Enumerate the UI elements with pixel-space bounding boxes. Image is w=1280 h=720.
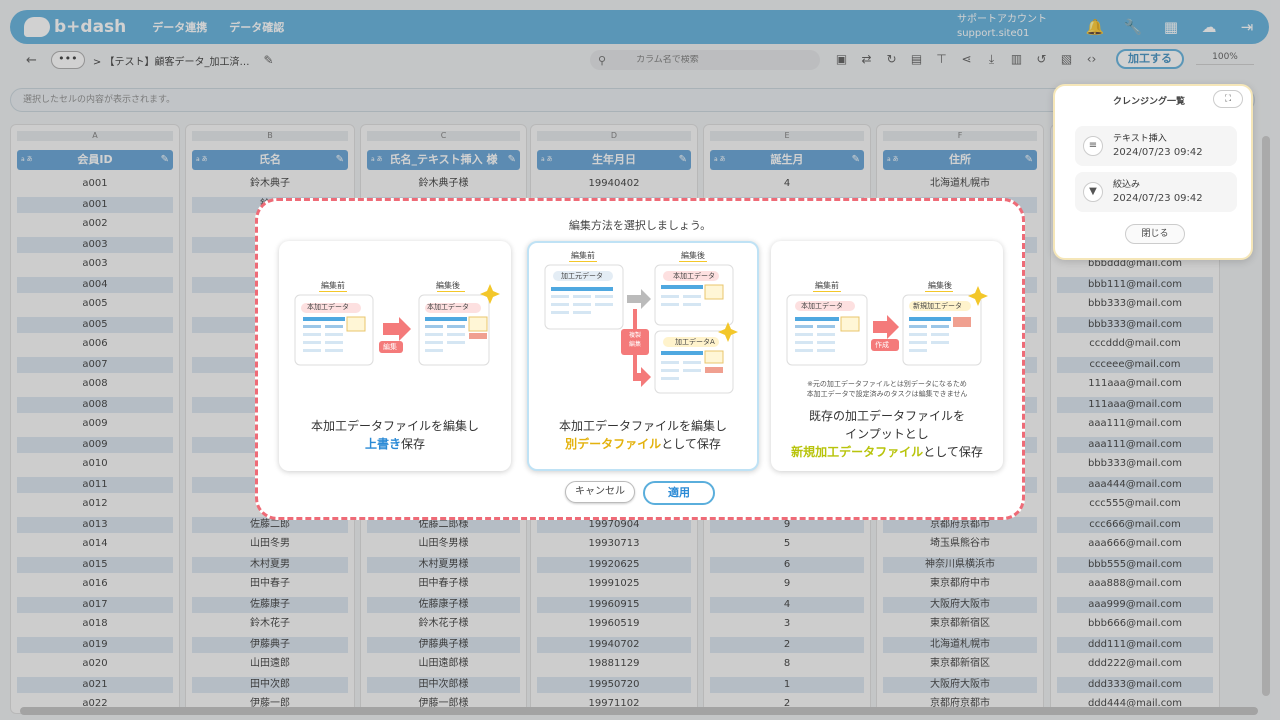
new-file-illustration	[786, 286, 988, 366]
card-tail: 保存	[401, 437, 426, 451]
option-new-file-card[interactable]: 編集前 編集後 本加工データ 新規加工データ 作成 ※元の加工データファイルとは…	[771, 241, 1003, 471]
box-before-label: 本加工データ	[307, 303, 349, 311]
after-label: 編集後	[928, 281, 952, 290]
box-after-label: 新規加工データ	[913, 302, 962, 310]
edit-method-modal: 編集方法を選択しましょう。 編集前 編集後 本加工データ 本加工データ 編集 本…	[255, 198, 1025, 520]
option-overwrite-card[interactable]: 編集前 編集後 本加工データ 本加工データ 編集 本加工データファイルを編集し …	[279, 241, 511, 471]
copy-edit-badge: 複製 編集	[628, 332, 641, 348]
apply-button[interactable]: 適用	[643, 481, 715, 505]
expand-icon[interactable]: ⛶	[1213, 90, 1243, 108]
note-line-1: ※元の加工データファイルとは別データになるため	[807, 380, 967, 388]
box-after-label: 本加工データ	[673, 272, 715, 280]
text-lines-icon: ≡	[1083, 136, 1103, 156]
after-label: 編集後	[681, 251, 705, 260]
overwrite-illustration	[294, 284, 500, 366]
card-note: ※元の加工データファイルとは別データになるため 本加工データで設定済みのタスクは…	[771, 379, 1003, 399]
cleansing-item[interactable]: ▼ 絞込み 2024/07/23 09:42	[1075, 172, 1237, 212]
cleansing-panel-title: クレンジング一覧	[1113, 97, 1186, 107]
card-tail: として保存	[923, 445, 983, 459]
card-highlight: 上書き	[364, 437, 401, 451]
card-tail: として保存	[661, 437, 721, 451]
card-description: 本加工データファイルを編集し	[558, 419, 727, 433]
close-panel-button[interactable]: 閉じる	[1125, 224, 1185, 244]
cleansing-item-name: テキスト挿入	[1113, 134, 1167, 144]
filter-icon: ▼	[1083, 182, 1103, 202]
box-after-label: 本加工データ	[427, 303, 469, 311]
after-label: 編集後	[436, 281, 460, 290]
cleansing-item-date: 2024/07/23 09:42	[1113, 193, 1203, 204]
cleansing-item-date: 2024/07/23 09:42	[1113, 147, 1203, 158]
edit-badge: 編集	[383, 343, 397, 351]
box-before-label: 本加工データ	[801, 302, 843, 310]
before-label: 編集前	[321, 281, 345, 290]
option-save-as-card[interactable]: 編集前 編集後 加工元データ 本加工データ 加工データA 複製 編集 本加工デー…	[527, 241, 759, 471]
card-highlight: 新規加工データファイル	[791, 445, 924, 459]
card-highlight: 別データファイル	[565, 437, 662, 451]
cleansing-panel: クレンジング一覧 ⛶ ≡ テキスト挿入 2024/07/23 09:42 ▼ 絞…	[1053, 84, 1253, 260]
card-description-2: インプットとし	[845, 427, 929, 441]
modal-title: 編集方法を選択しましょう。	[568, 219, 712, 232]
box-before-label: 加工元データ	[561, 272, 603, 280]
cancel-button[interactable]: キャンセル	[565, 481, 635, 503]
before-label: 編集前	[815, 281, 839, 290]
cleansing-item-name: 絞込み	[1113, 180, 1141, 190]
save-as-illustration	[544, 261, 738, 394]
before-label: 編集前	[571, 251, 595, 260]
note-line-2: 本加工データで設定済みのタスクは編集できません	[806, 390, 968, 398]
card-description: 本加工データファイルを編集し	[310, 419, 479, 433]
box-copy-label: 加工データA	[675, 338, 715, 346]
card-description: 既存の加工データファイルを	[808, 409, 965, 423]
create-badge: 作成	[875, 341, 889, 349]
cleansing-item[interactable]: ≡ テキスト挿入 2024/07/23 09:42	[1075, 126, 1237, 166]
